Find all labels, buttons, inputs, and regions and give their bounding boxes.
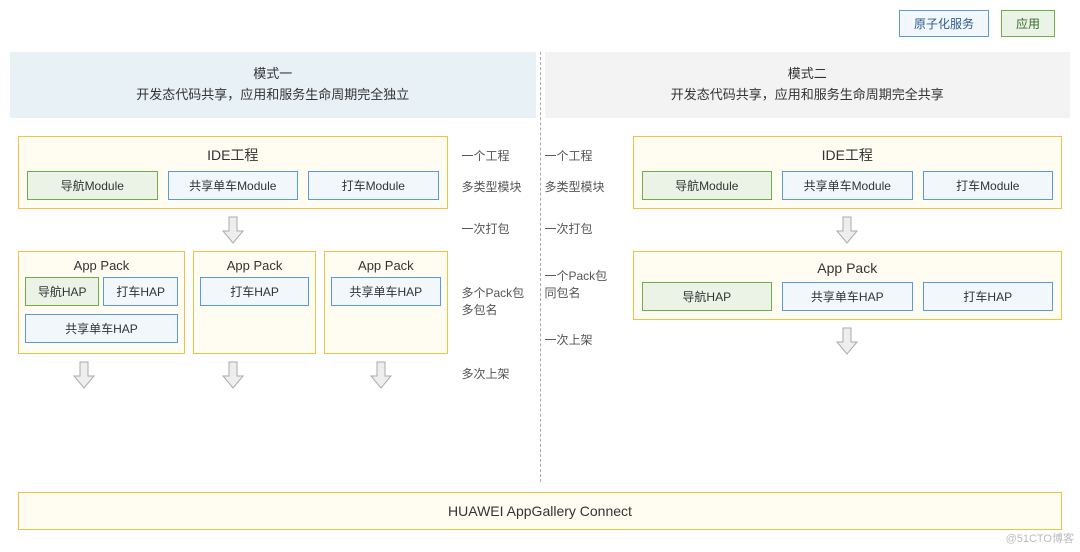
- module-bike-right: 共享单车Module: [782, 171, 913, 200]
- app-pack-2-title: App Pack: [200, 258, 309, 273]
- module-bike-left: 共享单车Module: [168, 171, 299, 200]
- legend: 原子化服务 应用: [899, 10, 1055, 37]
- app-pack-right-title: App Pack: [642, 260, 1054, 276]
- mode-two-header: 模式二 开发态代码共享，应用和服务生命周期完全共享: [545, 52, 1071, 118]
- note-one-publish-right: 一次上架: [545, 332, 625, 349]
- app-pack-3: App Pack 共享单车HAP: [324, 251, 447, 354]
- arrow-down-icon: [219, 360, 247, 390]
- hap-bike-right: 共享单车HAP: [782, 282, 913, 311]
- hap-bike-3: 共享单车HAP: [331, 277, 440, 306]
- ide-block-left: IDE工程 导航Module 共享单车Module 打车Module: [18, 136, 448, 209]
- note-one-build-left: 一次打包: [456, 221, 536, 238]
- note-multi-publish-left: 多次上架: [456, 366, 536, 383]
- arrow-down-icon: [219, 215, 247, 245]
- ide-title-left: IDE工程: [27, 145, 439, 165]
- legend-app: 应用: [1001, 10, 1055, 37]
- arrow-down-icon: [367, 360, 395, 390]
- hap-taxi-right: 打车HAP: [923, 282, 1054, 311]
- note-multi-pack-left: 多个Pack包多包名: [456, 285, 536, 319]
- mode-one-header: 模式一 开发态代码共享，应用和服务生命周期完全独立: [10, 52, 536, 118]
- module-taxi-left: 打车Module: [308, 171, 439, 200]
- note-one-pack-right: 一个Pack包同包名: [545, 268, 625, 302]
- note-one-project-right: 一个工程 多类型模块: [545, 148, 625, 196]
- mode-one-title: 模式一: [18, 64, 528, 85]
- mode-one-column: 模式一 开发态代码共享，应用和服务生命周期完全独立 IDE工程 导航Module…: [10, 52, 536, 482]
- app-pack-1: App Pack 导航HAP 打车HAP 共享单车HAP: [18, 251, 185, 354]
- packs-row-left: App Pack 导航HAP 打车HAP 共享单车HAP App Pack 打车…: [18, 251, 448, 354]
- appgallery-footer: HUAWEI AppGallery Connect: [18, 492, 1062, 530]
- app-pack-2: App Pack 打车HAP: [193, 251, 316, 354]
- module-nav-left: 导航Module: [27, 171, 158, 200]
- note-one-project-left: 一个工程 多类型模块: [456, 148, 536, 196]
- mode-two-desc: 开发态代码共享，应用和服务生命周期完全共享: [553, 85, 1063, 106]
- module-nav-right: 导航Module: [642, 171, 773, 200]
- hap-bike: 共享单车HAP: [25, 314, 178, 343]
- arrow-down-icon: [833, 215, 861, 245]
- hap-nav: 导航HAP: [25, 277, 99, 306]
- mode-two-column: 模式二 开发态代码共享，应用和服务生命周期完全共享 IDE工程 导航Module…: [545, 52, 1071, 482]
- arrow-down-icon: [833, 326, 861, 356]
- module-taxi-right: 打车Module: [923, 171, 1054, 200]
- legend-atomic: 原子化服务: [899, 10, 989, 37]
- app-pack-1-title: App Pack: [25, 258, 178, 273]
- ide-title-right: IDE工程: [642, 145, 1054, 165]
- hap-taxi-2: 打车HAP: [200, 277, 309, 306]
- column-divider: [540, 52, 541, 482]
- app-pack-right: App Pack 导航HAP 共享单车HAP 打车HAP: [633, 251, 1063, 320]
- app-pack-3-title: App Pack: [331, 258, 440, 273]
- hap-taxi: 打车HAP: [103, 277, 177, 306]
- arrow-down-icon: [70, 360, 98, 390]
- hap-nav-right: 导航HAP: [642, 282, 773, 311]
- note-one-build-right: 一次打包: [545, 221, 625, 238]
- ide-block-right: IDE工程 导航Module 共享单车Module 打车Module: [633, 136, 1063, 209]
- mode-one-desc: 开发态代码共享，应用和服务生命周期完全独立: [18, 85, 528, 106]
- mode-two-title: 模式二: [553, 64, 1063, 85]
- watermark: @51CTO博客: [1006, 530, 1074, 546]
